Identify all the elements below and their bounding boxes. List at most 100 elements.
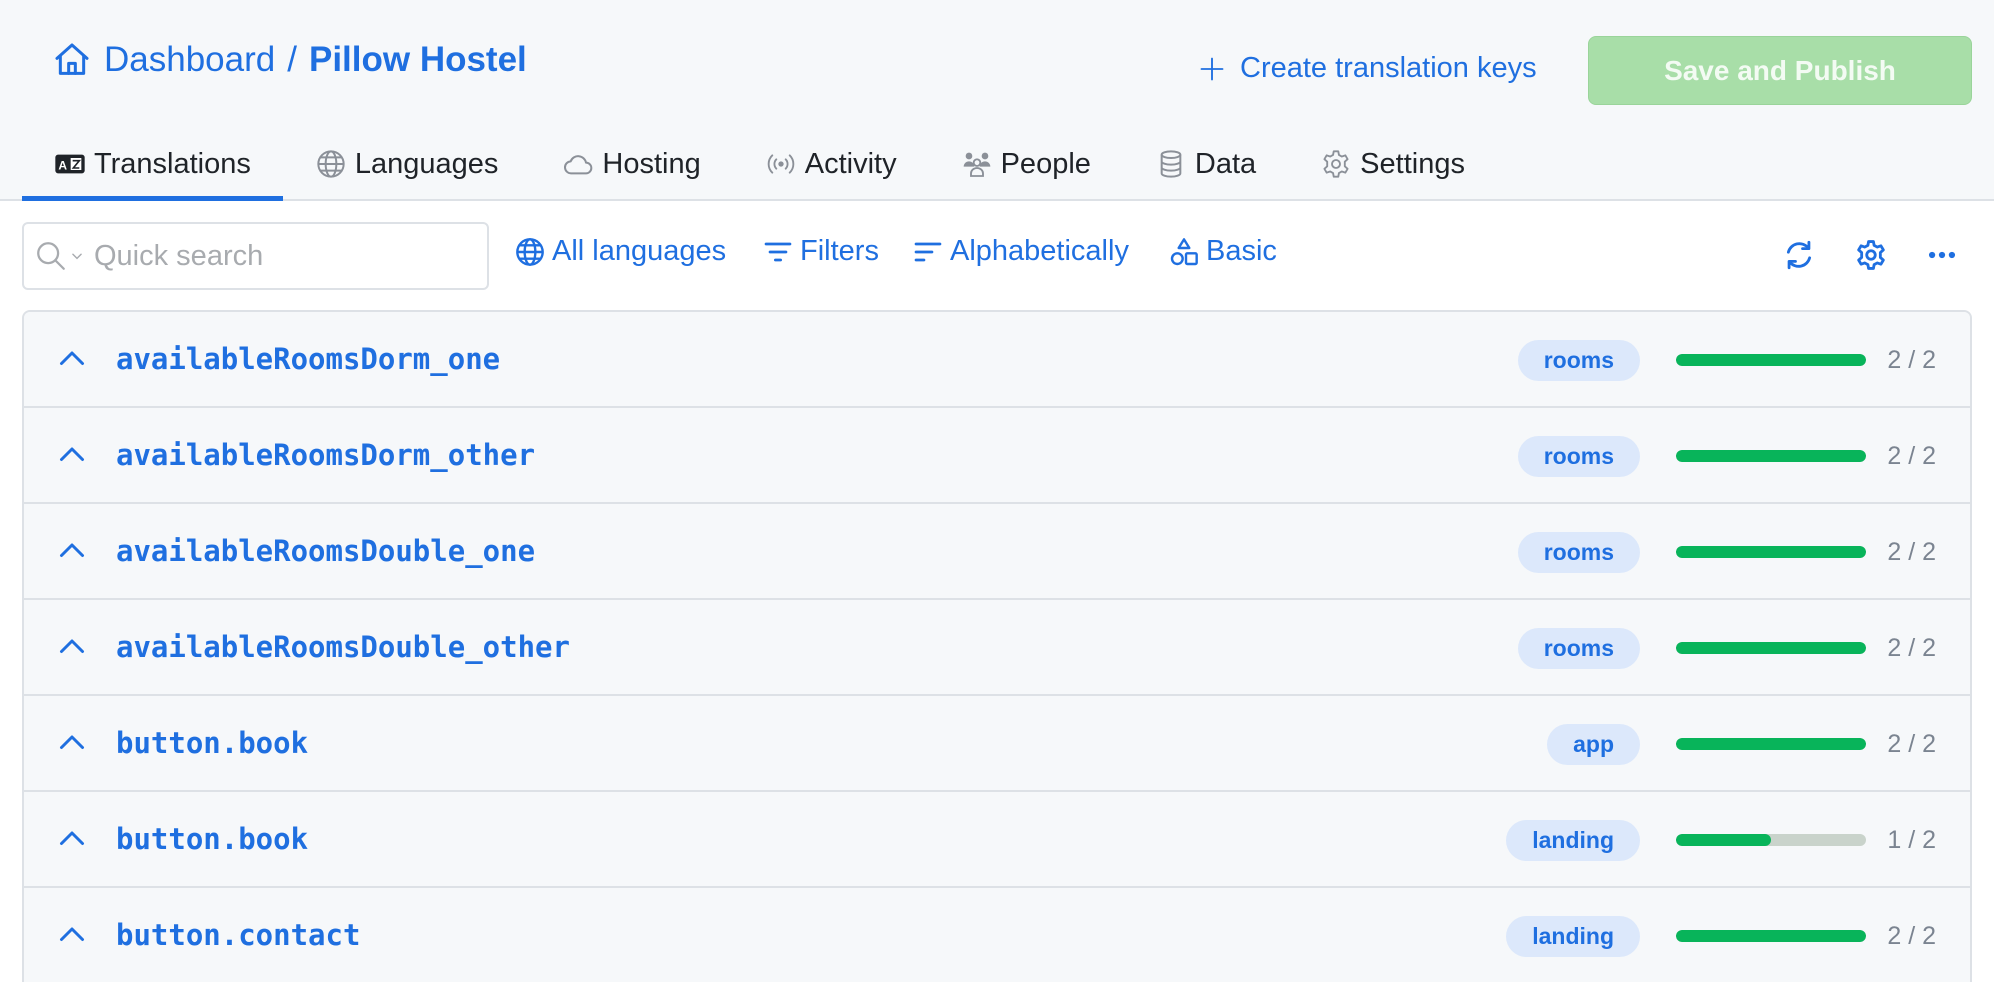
translations-toolbar: All languages Filters Alphabetically Bas… (0, 203, 1994, 308)
create-translation-keys-button[interactable]: Create translation keys (1198, 52, 1537, 85)
translation-count: 2 / 2 (1887, 537, 1936, 566)
row-meta: rooms 2 / 2 (1517, 312, 1936, 408)
quick-search-input[interactable] (94, 239, 474, 273)
translation-key-row[interactable]: availableRoomsDouble_other rooms 2 / 2 (24, 600, 1970, 696)
namespace-tag[interactable]: app (1547, 723, 1640, 765)
breadcrumb-dashboard-link[interactable]: Dashboard (104, 40, 275, 80)
all-languages-button[interactable]: All languages (514, 235, 726, 268)
translation-key-row[interactable]: availableRoomsDouble_one rooms 2 / 2 (24, 504, 1970, 600)
svg-text:A: A (58, 158, 67, 172)
translation-key-row[interactable]: button.book landing 1 / 2 (24, 792, 1970, 888)
tab-languages-label: Languages (354, 147, 499, 180)
translation-key-name[interactable]: availableRoomsDouble_other (116, 630, 570, 664)
chevron-up-icon[interactable] (54, 341, 90, 377)
namespace-tag[interactable]: rooms (1517, 627, 1640, 669)
refresh-icon (1786, 240, 1812, 270)
breadcrumb: Dashboard / Pillow Hostel (52, 40, 527, 80)
quick-search-field[interactable] (22, 222, 489, 290)
plus-icon (1200, 57, 1224, 80)
tab-activity-label: Activity (804, 147, 897, 180)
view-mode-button[interactable]: Basic (1168, 235, 1277, 268)
row-meta: rooms 2 / 2 (1517, 600, 1936, 696)
globe-icon (317, 150, 345, 178)
translation-key-name[interactable]: button.contact (116, 918, 360, 952)
translation-progress-fill (1676, 834, 1771, 846)
tab-hosting-label: Hosting (602, 147, 701, 180)
tab-translations-label: Translations (94, 147, 251, 180)
translation-key-row[interactable]: button.book app 2 / 2 (24, 696, 1970, 792)
gear-icon (1857, 240, 1885, 270)
view-mode-label: Basic (1206, 235, 1277, 267)
translation-key-row[interactable]: button.contact landing 2 / 2 (24, 888, 1970, 982)
translation-key-name[interactable]: availableRoomsDorm_one (116, 342, 500, 376)
row-meta: rooms 2 / 2 (1517, 408, 1936, 504)
translation-count: 2 / 2 (1887, 729, 1936, 758)
translation-count: 2 / 2 (1887, 441, 1936, 470)
translation-progress-bar (1676, 834, 1866, 846)
tab-hosting[interactable]: Hosting (530, 130, 732, 198)
search-icon[interactable] (34, 239, 68, 273)
breadcrumb-current-project[interactable]: Pillow Hostel (309, 40, 527, 80)
cloud-icon (564, 155, 593, 175)
namespace-tag[interactable]: landing (1506, 915, 1640, 957)
gear-icon (1323, 150, 1349, 178)
tab-settings-label: Settings (1360, 147, 1465, 180)
chevron-up-icon[interactable] (54, 821, 90, 857)
refresh-button[interactable] (1779, 235, 1819, 275)
translation-progress-fill (1676, 354, 1866, 366)
tab-activity[interactable]: Activity (733, 130, 929, 198)
globe-icon (516, 237, 544, 266)
chevron-up-icon[interactable] (54, 533, 90, 569)
filters-label: Filters (800, 235, 879, 267)
save-and-publish-button[interactable]: Save and Publish (1588, 36, 1972, 105)
chevron-up-icon[interactable] (54, 629, 90, 665)
translation-count: 2 / 2 (1887, 633, 1936, 662)
tab-data-label: Data (1194, 147, 1257, 180)
sort-button[interactable]: Alphabetically (912, 235, 1129, 268)
filters-button[interactable]: Filters (762, 235, 879, 268)
namespace-tag[interactable]: rooms (1517, 531, 1640, 573)
tab-translations[interactable]: A Translations (22, 130, 283, 201)
namespace-tag[interactable]: rooms (1517, 435, 1640, 477)
home-icon[interactable] (52, 40, 92, 80)
more-horizontal-icon (1928, 251, 1956, 259)
row-meta: landing 1 / 2 (1506, 792, 1936, 888)
chevron-up-icon[interactable] (54, 725, 90, 761)
more-options-button[interactable] (1922, 235, 1962, 275)
tab-people-label: People (1000, 147, 1091, 180)
filter-icon (764, 242, 792, 261)
chevron-up-icon[interactable] (54, 917, 90, 953)
chevron-up-icon[interactable] (54, 437, 90, 473)
namespace-tag[interactable]: rooms (1517, 339, 1640, 381)
translation-progress-fill (1676, 450, 1866, 462)
breadcrumb-separator: / (287, 40, 297, 79)
sort-label: Alphabetically (950, 235, 1129, 267)
translation-key-row[interactable]: availableRoomsDorm_one rooms 2 / 2 (24, 312, 1970, 408)
row-meta: rooms 2 / 2 (1517, 504, 1936, 600)
translation-key-name[interactable]: availableRoomsDouble_one (116, 534, 535, 568)
namespace-tag[interactable]: landing (1506, 819, 1640, 861)
translation-progress-bar (1676, 738, 1866, 750)
tab-people[interactable]: People (929, 130, 1123, 198)
translation-progress-fill (1676, 930, 1866, 942)
translation-progress-bar (1676, 642, 1866, 654)
translation-key-row[interactable]: availableRoomsDorm_other rooms 2 / 2 (24, 408, 1970, 504)
translation-key-name[interactable]: button.book (116, 822, 308, 856)
tab-settings[interactable]: Settings (1288, 130, 1497, 198)
tab-data[interactable]: Data (1123, 130, 1288, 198)
tab-languages[interactable]: Languages (283, 130, 531, 198)
translation-key-name[interactable]: availableRoomsDorm_other (116, 438, 535, 472)
row-meta: landing 2 / 2 (1506, 888, 1936, 982)
translation-progress-bar (1676, 546, 1866, 558)
translation-progress-bar (1676, 450, 1866, 462)
header: Dashboard / Pillow Hostel Create transla… (0, 0, 1994, 201)
display-settings-button[interactable] (1851, 235, 1891, 275)
translation-progress-bar (1676, 930, 1866, 942)
chevron-down-icon[interactable] (70, 249, 84, 263)
translation-key-name[interactable]: button.book (116, 726, 308, 760)
all-languages-label: All languages (552, 235, 727, 267)
translation-count: 2 / 2 (1887, 345, 1936, 374)
translation-progress-fill (1676, 642, 1866, 654)
translation-count: 1 / 2 (1887, 825, 1936, 854)
translation-progress-bar (1676, 354, 1866, 366)
